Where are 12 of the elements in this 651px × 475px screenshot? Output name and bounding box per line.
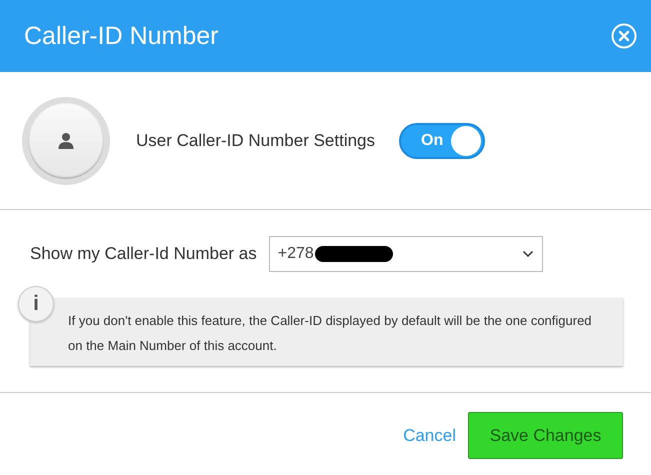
info-text: If you don't enable this feature, the Caller-ID displayed by default will be the one configured on the Main Number of this account. [68, 313, 592, 353]
toggle-switch[interactable]: On [399, 122, 486, 158]
chevron-down-icon [522, 250, 534, 258]
close-icon[interactable] [611, 23, 637, 49]
cancel-link[interactable]: Cancel [403, 426, 456, 446]
person-icon [57, 132, 75, 150]
field-label: Show my Caller-Id Number as [30, 244, 257, 264]
save-changes-button[interactable]: Save Changes [468, 412, 623, 459]
number-select[interactable]: +278 [268, 236, 543, 272]
dialog-title: Caller-ID Number [24, 22, 218, 50]
setting-label: User Caller-ID Number Settings [136, 130, 376, 150]
info-icon: i [18, 286, 54, 322]
